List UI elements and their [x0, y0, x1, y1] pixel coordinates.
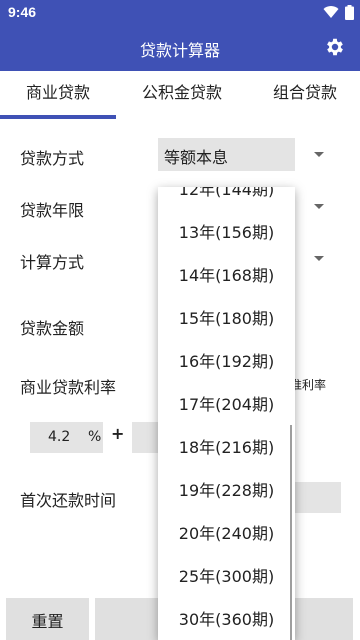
rate-adjust-input[interactable]: [132, 422, 160, 453]
calc-method-dropdown-icon[interactable]: [314, 256, 324, 261]
loan-amount-label: 贷款金额: [20, 319, 85, 338]
calc-method-label: 计算方式: [20, 253, 85, 272]
loan-method-select[interactable]: 等额本息: [158, 138, 295, 171]
status-time: 9:46: [8, 4, 37, 20]
rate-unit: %: [88, 429, 102, 445]
dropdown-item[interactable]: 12年(144期): [158, 187, 295, 211]
loan-method-label: 贷款方式: [20, 149, 85, 168]
first-payment-date-field[interactable]: [294, 482, 341, 513]
dropdown-item[interactable]: 17年(204期): [158, 383, 295, 426]
rate-input[interactable]: 4.2 %: [30, 422, 103, 453]
commercial-rate-label: 商业贷款利率: [20, 378, 117, 397]
tab-bar: 商业贷款 公积金贷款 组合贷款: [0, 71, 360, 119]
dropdown-item[interactable]: 30年(360期): [158, 598, 295, 640]
status-bar: 9:46: [0, 0, 360, 24]
loan-term-dropdown-list[interactable]: 12年(144期) 13年(156期) 14年(168期) 15年(180期) …: [158, 187, 295, 640]
dropdown-item[interactable]: 19年(228期): [158, 469, 295, 512]
dropdown-item[interactable]: 16年(192期): [158, 340, 295, 383]
app-title: 贷款计算器: [139, 41, 220, 60]
dropdown-item[interactable]: 13年(156期): [158, 211, 295, 254]
rate-value: 4.2: [48, 429, 71, 445]
loan-term-dropdown-icon[interactable]: [314, 204, 324, 209]
loan-method-value: 等额本息: [164, 148, 229, 167]
dropdown-item[interactable]: 20年(240期): [158, 512, 295, 555]
settings-button[interactable]: [324, 36, 346, 58]
benchmark-rate-option[interactable]: 准利率: [290, 376, 326, 393]
first-payment-label: 首次还款时间: [20, 491, 117, 510]
reset-button[interactable]: 重置: [6, 598, 89, 640]
dropdown-item[interactable]: 15年(180期): [158, 297, 295, 340]
tab-commercial-loan[interactable]: 商业贷款: [0, 71, 116, 119]
tab-indicator: [0, 115, 116, 119]
gear-icon: [327, 38, 343, 56]
dropdown-scrollbar[interactable]: [290, 425, 292, 640]
loan-method-dropdown-icon[interactable]: [314, 152, 324, 157]
reset-button-label: 重置: [31, 612, 64, 631]
tab-provident-fund-loan[interactable]: 公积金贷款: [120, 71, 244, 119]
dropdown-item[interactable]: 25年(300期): [158, 555, 295, 598]
dropdown-item[interactable]: 14年(168期): [158, 254, 295, 297]
status-icons: [323, 4, 354, 20]
app-bar: 贷款计算器: [0, 24, 360, 71]
tab-combined-loan[interactable]: 组合贷款: [250, 71, 360, 119]
wifi-icon: [323, 6, 339, 19]
battery-icon: [345, 4, 354, 20]
loan-term-label: 贷款年限: [20, 201, 85, 220]
plus-sign: +: [111, 424, 125, 443]
dropdown-item[interactable]: 18年(216期): [158, 426, 295, 469]
